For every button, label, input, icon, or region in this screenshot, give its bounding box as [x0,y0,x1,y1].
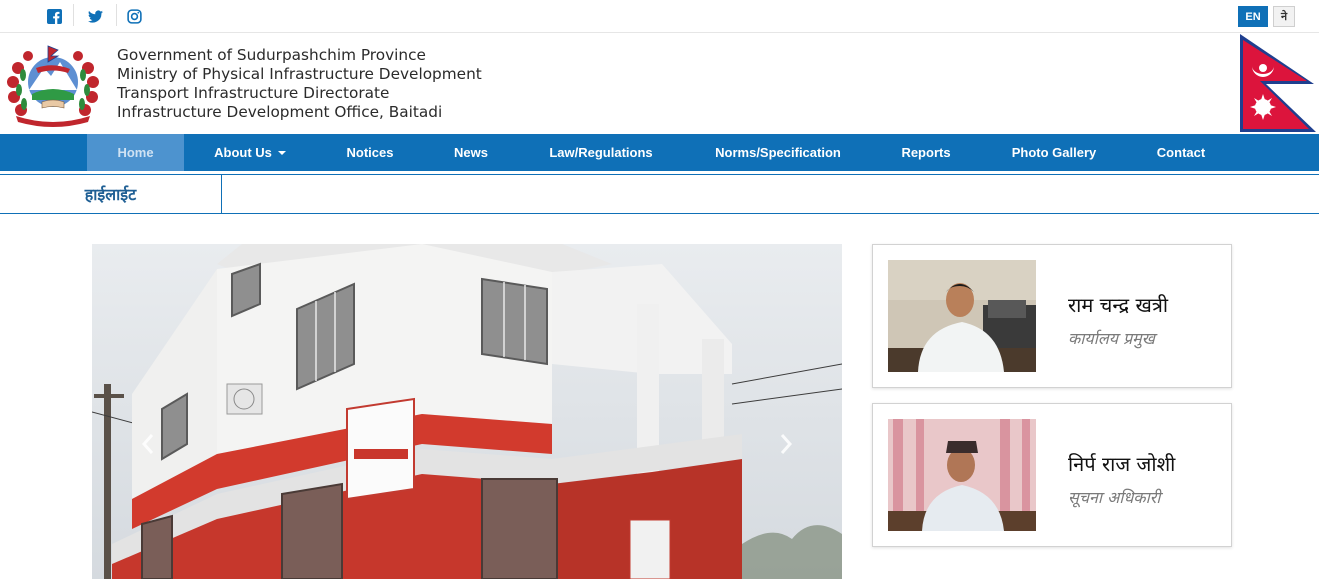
highlight-ticker[interactable] [223,175,1319,213]
officer-card-chief[interactable]: राम चन्द्र खत्री कार्यालय प्रमुख [872,244,1232,388]
nav-notices-label: Notices [346,145,394,160]
chevron-right-icon [780,434,793,454]
site-header: Government of Sudurpashchim Province Min… [0,34,1319,134]
officer-role: सूचना अधिकारी [1068,488,1161,507]
officer-card-information-officer[interactable]: निर्प राज जोशी सूचना अधिकारी [872,403,1232,547]
highlight-bar: हाईलाईट [0,174,1319,214]
nav-law-regulations-label: Law/Regulations [549,145,653,160]
nav-home[interactable]: Home [87,134,184,171]
nav-contact-label: Contact [1156,145,1206,160]
main-navigation: Home About Us Notices News Law/Regulatio… [0,134,1319,171]
nav-about-us[interactable]: About Us [200,134,300,171]
language-ne-button[interactable]: ने [1273,6,1295,27]
facebook-icon[interactable] [44,6,64,26]
image-carousel[interactable] [92,244,842,579]
org-line-government: Government of Sudurpashchim Province [117,46,426,64]
nav-home-label: Home [117,145,154,160]
org-line-directorate: Transport Infrastructure Directorate [117,84,390,102]
officer-photo [888,260,1036,372]
nepal-emblem-icon[interactable] [4,42,102,128]
carousel-prev-button[interactable] [136,432,160,456]
nav-about-us-label: About Us [214,145,272,160]
nepal-flag-icon [1240,34,1316,132]
org-line-office: Infrastructure Development Office, Baita… [117,103,443,121]
nav-photo-gallery-label: Photo Gallery [1011,145,1097,160]
nav-norms-specification[interactable]: Norms/Specification [700,134,856,171]
nav-norms-specification-label: Norms/Specification [715,145,841,160]
highlight-label: हाईलाईट [0,175,222,213]
officer-name: राम चन्द्र खत्री [1068,293,1169,317]
carousel-next-button[interactable] [774,432,798,456]
instagram-icon[interactable] [124,6,144,26]
nav-news-label: News [454,145,488,160]
nav-photo-gallery[interactable]: Photo Gallery [998,134,1110,171]
twitter-icon[interactable] [85,6,105,26]
nav-notices[interactable]: Notices [330,134,410,171]
nav-contact[interactable]: Contact [1142,134,1220,171]
officer-role: कार्यालय प्रमुख [1068,329,1155,348]
divider [116,4,117,26]
nav-news[interactable]: News [440,134,502,171]
nav-law-regulations[interactable]: Law/Regulations [536,134,666,171]
officer-photo [888,419,1036,531]
nav-reports-label: Reports [901,145,951,160]
organization-name-block: Government of Sudurpashchim Province Min… [117,46,482,122]
top-bar: EN ने [0,0,1319,33]
language-en-button[interactable]: EN [1238,6,1268,27]
divider [73,4,74,26]
nav-reports[interactable]: Reports [888,134,964,171]
officer-name: निर्प राज जोशी [1068,452,1176,476]
chevron-left-icon [141,434,154,454]
org-line-ministry: Ministry of Physical Infrastructure Deve… [117,65,482,83]
office-building-photo [92,244,842,579]
caret-down-icon [277,151,286,155]
